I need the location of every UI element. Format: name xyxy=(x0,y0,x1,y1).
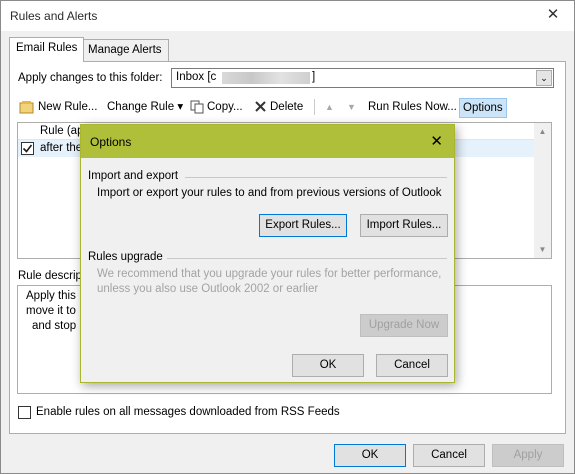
rules-upgrade-text-line-2: unless you also use Outlook 2002 or earl… xyxy=(97,283,319,295)
copy-label: Copy... xyxy=(207,101,243,113)
rule-description-label: Rule descrip xyxy=(18,270,82,282)
move-up-icon[interactable]: ▲ xyxy=(325,98,334,118)
rules-upgrade-heading: Rules upgrade xyxy=(88,251,163,263)
options-label: Options xyxy=(463,102,503,114)
folder-value-suffix: ] xyxy=(312,71,316,83)
rule-description-line: move it to xyxy=(26,305,76,317)
new-rule-icon xyxy=(19,100,34,114)
options-button[interactable]: Options xyxy=(459,98,507,118)
rss-checkbox[interactable] xyxy=(18,406,31,419)
window-title: Rules and Alerts xyxy=(10,9,98,23)
rule-enabled-checkbox[interactable] xyxy=(21,142,34,155)
rss-label: Enable rules on all messages downloaded … xyxy=(36,406,340,418)
rules-upgrade-text-line-1: We recommend that you upgrade your rules… xyxy=(97,268,442,280)
tab-email-rules[interactable]: Email Rules xyxy=(9,37,85,62)
chevron-down-icon[interactable]: ⌄ xyxy=(536,70,552,86)
upgrade-now-button[interactable]: Upgrade Now xyxy=(360,314,448,337)
options-dialog: Options ✕ Import and export Import or ex… xyxy=(80,124,455,383)
folder-select[interactable]: Inbox [c ] ⌄ xyxy=(171,68,554,88)
import-rules-button[interactable]: Import Rules... xyxy=(360,214,448,237)
import-export-description: Import or export your rules to and from … xyxy=(97,187,442,199)
import-export-divider xyxy=(185,177,447,178)
cancel-button[interactable]: Cancel xyxy=(413,444,485,467)
run-rules-now-label: Run Rules Now... xyxy=(368,101,457,113)
options-dialog-title-bar: Options ✕ xyxy=(81,125,454,158)
delete-button[interactable]: Delete xyxy=(254,98,303,118)
change-rule-button[interactable]: Change Rule ▾ xyxy=(107,98,183,118)
delete-icon xyxy=(255,101,266,113)
import-export-heading: Import and export xyxy=(88,170,179,182)
new-rule-label: New Rule... xyxy=(38,101,98,113)
dialog-close-icon[interactable]: ✕ xyxy=(430,132,443,150)
folder-label: Apply changes to this folder: xyxy=(18,72,163,84)
dialog-cancel-button[interactable]: Cancel xyxy=(376,354,448,377)
rules-upgrade-divider xyxy=(167,258,447,259)
rule-description-line: Apply this xyxy=(26,290,76,302)
tab-manage-alerts[interactable]: Manage Alerts xyxy=(81,39,169,61)
dialog-ok-button[interactable]: OK xyxy=(292,354,364,377)
title-bar: Rules and Alerts ✕ xyxy=(1,1,574,31)
window-close-icon[interactable]: ✕ xyxy=(542,5,564,25)
move-down-icon[interactable]: ▼ xyxy=(347,98,356,118)
folder-value: Inbox [c xyxy=(176,71,217,83)
scroll-down-icon[interactable]: ▼ xyxy=(534,241,551,258)
apply-button[interactable]: Apply xyxy=(492,444,564,467)
change-rule-label: Change Rule ▾ xyxy=(107,101,184,113)
rule-name: after the xyxy=(40,142,83,154)
rule-description-line: and stop xyxy=(32,320,77,332)
rules-list-scrollbar[interactable]: ▲ ▼ xyxy=(534,123,551,258)
scroll-up-icon[interactable]: ▲ xyxy=(534,123,551,140)
run-rules-now-button[interactable]: Run Rules Now... xyxy=(368,98,457,118)
redacted-account xyxy=(222,72,310,84)
toolbar-separator xyxy=(314,99,315,115)
ok-button[interactable]: OK xyxy=(334,444,406,467)
copy-icon xyxy=(190,100,204,114)
rule-column-header[interactable]: Rule (ap xyxy=(40,125,83,137)
checkmark-icon xyxy=(22,144,33,153)
copy-button[interactable]: Copy... xyxy=(190,98,243,118)
export-rules-button[interactable]: Export Rules... xyxy=(259,214,347,237)
options-dialog-title: Options xyxy=(90,135,132,149)
delete-label: Delete xyxy=(270,101,304,113)
new-rule-button[interactable]: New Rule... xyxy=(19,98,97,118)
